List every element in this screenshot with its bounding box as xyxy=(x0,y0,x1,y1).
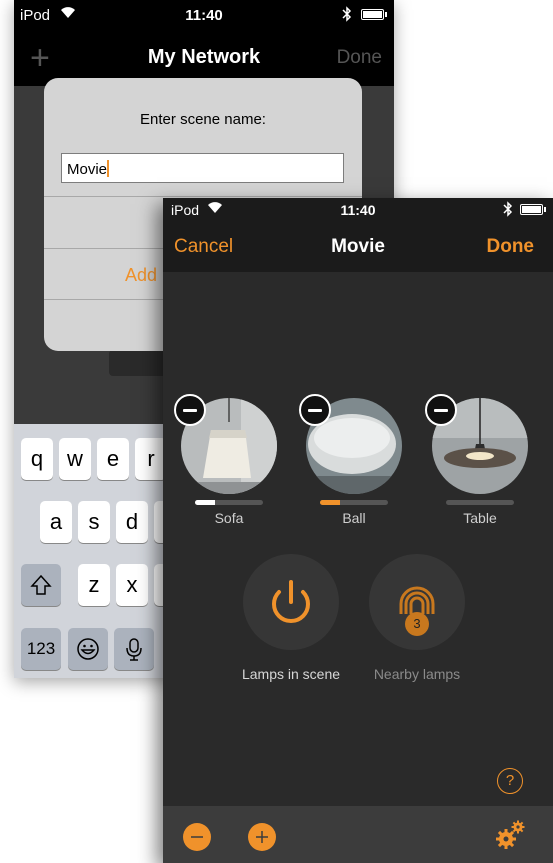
emoji-key[interactable] xyxy=(68,628,108,670)
shift-icon xyxy=(30,574,52,595)
remove-lamp-button[interactable] xyxy=(425,394,457,426)
lamps-in-scene-label: Lamps in scene xyxy=(241,666,341,682)
numbers-key[interactable]: 123 xyxy=(21,628,61,670)
stage: iPod 11:40 + My Network Done Enter scene… xyxy=(0,0,553,863)
lamp-name: Table xyxy=(463,510,497,526)
brightness-bar[interactable] xyxy=(320,500,388,505)
minus-circle-button[interactable] xyxy=(183,823,211,851)
settings-gears-icon xyxy=(496,820,525,849)
plus-circle-icon xyxy=(256,831,268,843)
battery-icon xyxy=(520,204,546,215)
nearby-lamps-label: Nearby lamps xyxy=(373,666,461,682)
front-screen: iPod 11:40 Cancel Movie Done Sofa Ball T… xyxy=(163,198,553,863)
key-z[interactable]: z xyxy=(78,564,110,606)
battery-icon xyxy=(361,9,387,20)
remove-lamp-button[interactable] xyxy=(299,394,331,426)
scene-name-value: Movie xyxy=(67,161,108,178)
done-button[interactable]: Done xyxy=(487,236,535,258)
lamp-name: Ball xyxy=(342,510,366,526)
key-q[interactable]: q xyxy=(21,438,53,480)
power-icon xyxy=(272,580,310,624)
dictation-key[interactable] xyxy=(114,628,154,670)
nearby-count-badge: 3 xyxy=(405,612,429,636)
settings-button[interactable] xyxy=(493,818,527,852)
lamp-name: Sofa xyxy=(214,510,244,526)
key-x[interactable]: x xyxy=(116,564,148,606)
microphone-icon xyxy=(126,638,142,661)
done-button[interactable]: Done xyxy=(337,47,382,69)
status-bar: iPod 11:40 xyxy=(163,198,553,222)
emoji-icon xyxy=(77,638,99,660)
key-s[interactable]: s xyxy=(78,501,110,543)
shift-key[interactable] xyxy=(21,564,61,606)
minus-circle-icon xyxy=(191,836,203,838)
bluetooth-icon xyxy=(342,6,352,26)
remove-lamp-button[interactable] xyxy=(174,394,206,426)
key-e[interactable]: e xyxy=(97,438,129,480)
divider xyxy=(44,196,362,197)
key-w[interactable]: w xyxy=(59,438,91,480)
text-caret xyxy=(107,160,110,177)
key-d[interactable]: d xyxy=(116,501,148,543)
bottom-toolbar xyxy=(163,806,553,863)
brightness-bar[interactable] xyxy=(195,500,263,505)
status-time: 11:40 xyxy=(340,202,376,218)
bluetooth-icon xyxy=(503,201,513,220)
lamps-in-scene-button[interactable] xyxy=(243,554,339,650)
brightness-fill xyxy=(320,500,341,505)
nav-bar: Cancel Movie Done xyxy=(163,222,553,272)
help-button[interactable]: ? xyxy=(497,768,523,794)
brightness-fill xyxy=(195,500,216,505)
dialog-title: Enter scene name: xyxy=(140,111,266,128)
plus-circle-button[interactable] xyxy=(248,823,276,851)
brightness-bar[interactable] xyxy=(446,500,514,505)
status-bar: iPod 11:40 xyxy=(14,0,394,30)
status-time: 11:40 xyxy=(185,7,223,24)
key-a[interactable]: a xyxy=(40,501,72,543)
scene-name-input[interactable]: Movie xyxy=(61,153,344,183)
nearby-lamps-button[interactable]: 3 xyxy=(369,554,465,650)
